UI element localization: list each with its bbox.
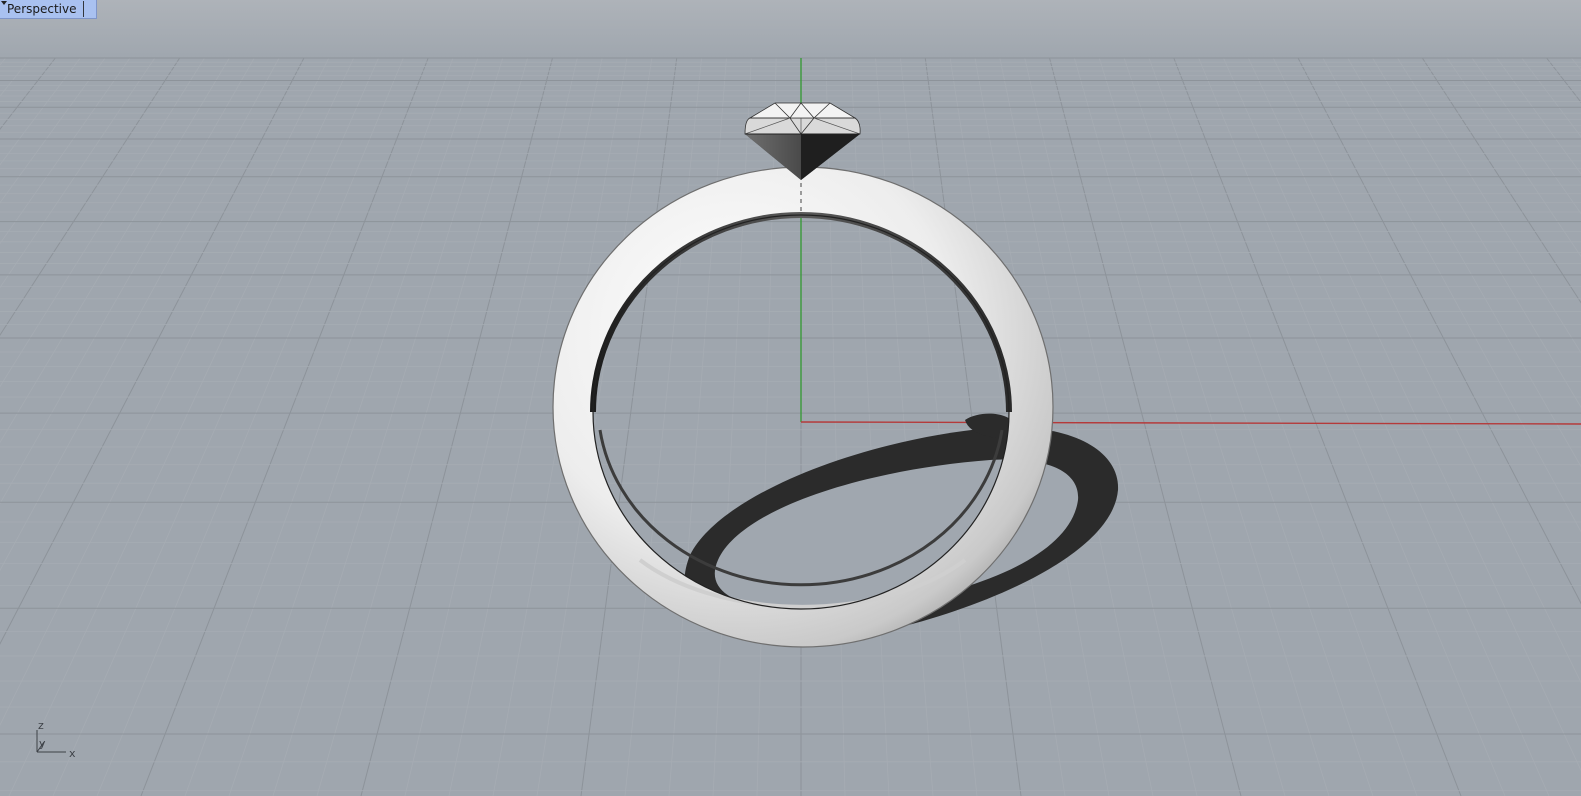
viewport-canvas[interactable]: z y x xyxy=(0,0,1581,796)
viewport-name-label[interactable]: Perspective xyxy=(0,0,83,18)
axis-y-label: y xyxy=(39,737,46,750)
axis-x-label: x xyxy=(69,747,76,760)
perspective-viewport[interactable]: z y x Perspective xyxy=(0,0,1581,796)
viewport-title-tab[interactable]: Perspective xyxy=(0,0,97,19)
chevron-down-icon xyxy=(1,1,7,5)
axis-z-label: z xyxy=(38,719,44,732)
ring-band[interactable] xyxy=(540,160,1060,660)
viewport-menu-button[interactable] xyxy=(1,0,96,18)
horizon-haze xyxy=(0,0,1581,60)
